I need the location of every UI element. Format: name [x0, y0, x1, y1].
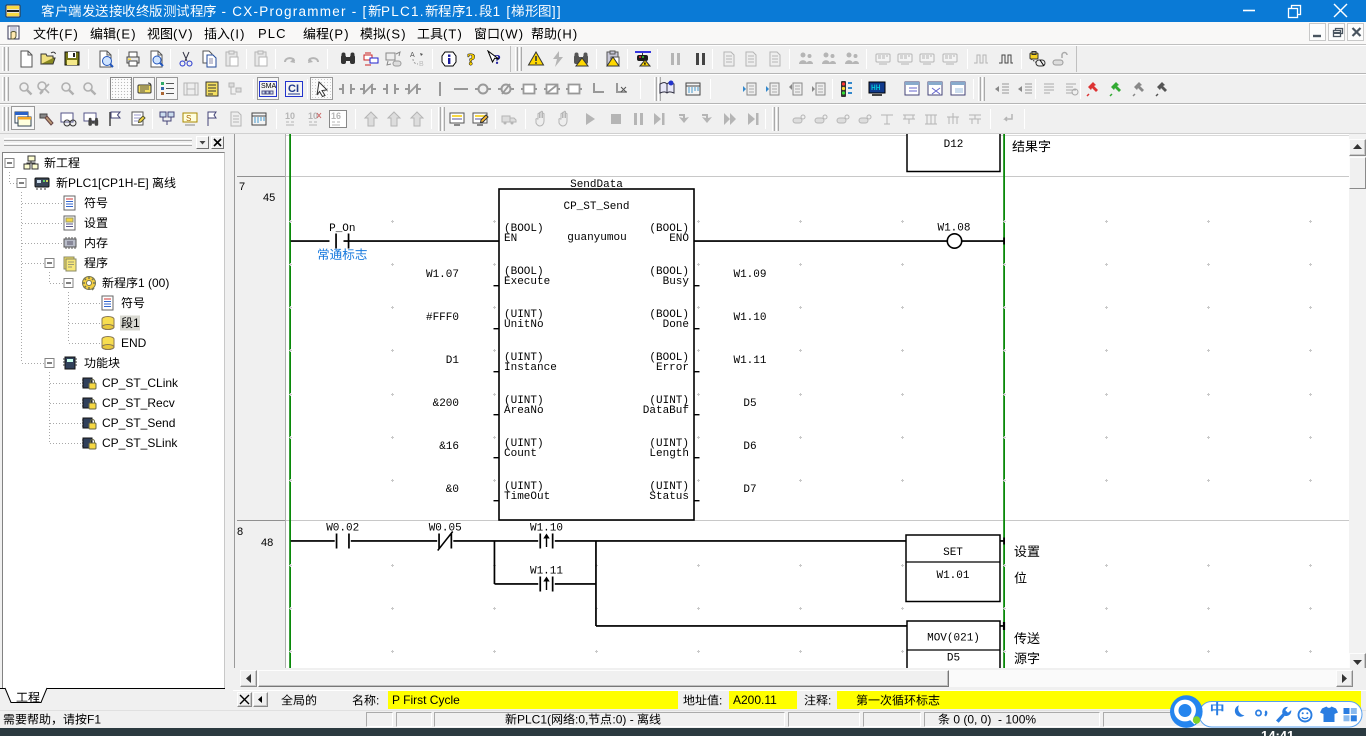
svg-text:CP_ST_SLink: CP_ST_SLink — [102, 436, 178, 450]
svg-text:Error: Error — [656, 362, 689, 374]
svg-text:SendData: SendData — [570, 179, 623, 191]
svg-text:W1.07: W1.07 — [426, 269, 459, 281]
svg-text:10: 10 — [285, 111, 295, 121]
svg-text:UnitNo: UnitNo — [504, 319, 544, 331]
svg-text:Length: Length — [649, 448, 689, 460]
svg-text:W1.11: W1.11 — [530, 566, 563, 578]
svg-text:W1.08: W1.08 — [937, 223, 970, 235]
svg-text:END: END — [121, 336, 147, 350]
svg-text:D6: D6 — [743, 441, 756, 453]
svg-text:?: ? — [467, 50, 476, 68]
svg-text:B: B — [419, 61, 424, 68]
svg-text:SET: SET — [943, 547, 963, 559]
svg-text:CI: CI — [288, 83, 299, 95]
svg-text:Status: Status — [649, 491, 689, 503]
svg-text:D12: D12 — [944, 139, 964, 151]
svg-text:&0: &0 — [446, 484, 459, 496]
svg-text:CP_ST_Send: CP_ST_Send — [102, 416, 175, 430]
svg-text:CP_ST_Send: CP_ST_Send — [563, 201, 629, 213]
svg-text:?: ? — [494, 53, 501, 68]
svg-text:1 (00): 1 (00) — [138, 276, 169, 290]
svg-text:CP_ST_CLink: CP_ST_CLink — [102, 376, 179, 390]
svg-text:PLC1[CP1H-E]: PLC1[CP1H-E] — [68, 176, 152, 190]
svg-text:DataBuf: DataBuf — [643, 405, 689, 417]
svg-text:&200: &200 — [433, 398, 459, 410]
svg-text:W0.02: W0.02 — [326, 523, 359, 535]
svg-text:MOV(021): MOV(021) — [927, 633, 980, 645]
svg-text:Busy: Busy — [663, 276, 690, 288]
svg-text:10: 10 — [308, 111, 318, 121]
svg-text:SMA: SMA — [261, 83, 277, 90]
svg-text:S: S — [186, 114, 191, 123]
svg-text:Instance: Instance — [504, 362, 557, 374]
svg-text:W0.05: W0.05 — [429, 523, 462, 535]
svg-text:P_On: P_On — [329, 223, 355, 235]
svg-text:HH: HH — [871, 84, 881, 93]
svg-text:TimeOut: TimeOut — [504, 491, 550, 503]
svg-text:EN: EN — [504, 233, 517, 245]
svg-text:45: 45 — [263, 192, 275, 204]
svg-text:W1.01: W1.01 — [936, 570, 969, 582]
svg-text:W1.11: W1.11 — [733, 355, 766, 367]
svg-text:W1.10: W1.10 — [733, 312, 766, 324]
svg-text:CP_ST_Recv: CP_ST_Recv — [102, 396, 175, 410]
svg-text:&16: &16 — [439, 441, 459, 453]
svg-text:Count: Count — [504, 448, 537, 460]
svg-text:W1.09: W1.09 — [733, 269, 766, 281]
svg-text:48: 48 — [261, 537, 273, 549]
svg-text:guanyumou: guanyumou — [567, 232, 626, 244]
svg-text:D5: D5 — [743, 398, 756, 410]
svg-text:D1: D1 — [446, 355, 460, 367]
svg-text:8: 8 — [237, 526, 243, 538]
svg-text:D7: D7 — [743, 484, 756, 496]
svg-text:Execute: Execute — [504, 276, 550, 288]
svg-text:D5: D5 — [947, 653, 960, 665]
svg-text:ENO: ENO — [669, 233, 689, 245]
svg-text:#FFF0: #FFF0 — [426, 312, 459, 324]
svg-text:7: 7 — [239, 181, 245, 193]
svg-text:Done: Done — [663, 319, 689, 331]
svg-text:W1.10: W1.10 — [530, 523, 563, 535]
svg-text:16: 16 — [331, 111, 341, 121]
svg-text:A: A — [410, 52, 415, 59]
svg-text:AreaNo: AreaNo — [504, 405, 544, 417]
svg-text:1: 1 — [133, 316, 140, 330]
